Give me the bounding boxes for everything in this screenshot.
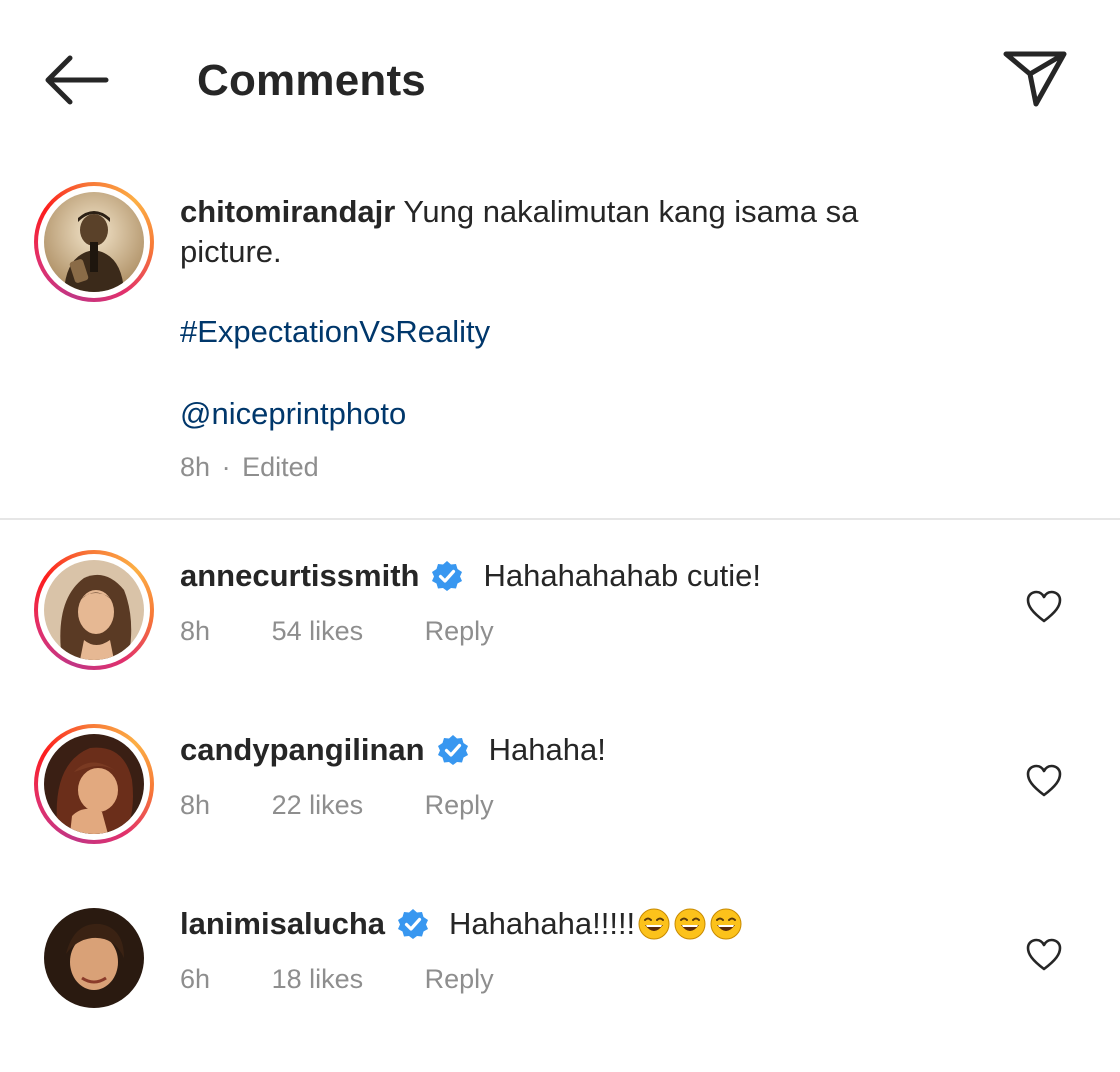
- comment-text: Hahaha!: [488, 732, 606, 767]
- laughing-emoji-icon: [674, 908, 706, 940]
- verified-badge-icon: [398, 909, 429, 939]
- laughing-emoji-icon: [638, 908, 670, 940]
- comment-1-content: annecurtissmith Hahahahahab cutie!: [180, 558, 761, 594]
- comment-username[interactable]: lanimisalucha: [180, 906, 385, 942]
- caption-edited: Edited: [242, 452, 319, 482]
- share-button[interactable]: [1000, 46, 1070, 110]
- comment-text: Hahahaha!!!!!: [449, 906, 636, 941]
- reply-button[interactable]: Reply: [425, 964, 494, 994]
- reply-button[interactable]: Reply: [425, 790, 494, 820]
- like-button[interactable]: [1026, 764, 1062, 798]
- comment-1-meta: 8h 54 likes Reply: [180, 616, 494, 647]
- caption-username[interactable]: chitomirandajr: [180, 194, 395, 229]
- page-title: Comments: [197, 56, 426, 105]
- comment-avatar[interactable]: [34, 724, 154, 844]
- caption-meta: 8h · Edited: [180, 452, 319, 483]
- comment-emoji: [635, 907, 743, 941]
- divider: [0, 518, 1120, 520]
- comment-time: 6h: [180, 964, 211, 994]
- comment-2-meta: 8h 22 likes Reply: [180, 790, 494, 821]
- avatar: [44, 734, 144, 834]
- comment-time: 8h: [180, 790, 211, 820]
- reply-button[interactable]: Reply: [425, 616, 494, 646]
- heart-icon: [1026, 590, 1062, 623]
- like-button[interactable]: [1026, 938, 1062, 972]
- caption-hashtag[interactable]: #ExpectationVsReality: [180, 314, 490, 350]
- like-button[interactable]: [1026, 590, 1062, 624]
- comment-3-content: lanimisalucha Hahahaha!!!!!: [180, 906, 743, 942]
- header: Comments: [0, 0, 1120, 160]
- comment-time: 8h: [180, 616, 211, 646]
- comment-3-meta: 6h 18 likes Reply: [180, 964, 494, 995]
- avatar: [44, 192, 144, 292]
- back-button[interactable]: [40, 50, 112, 110]
- paper-plane-icon: [1003, 51, 1067, 107]
- comments-screen: Comments chitomirandajr Yung nakalimutan…: [0, 0, 1120, 1072]
- avatar: [44, 560, 144, 660]
- arrow-left-icon: [45, 55, 109, 105]
- caption-avatar[interactable]: [34, 182, 154, 302]
- comment-avatar[interactable]: [34, 550, 154, 670]
- comment-2-content: candypangilinan Hahaha!: [180, 732, 606, 768]
- comment-likes[interactable]: 18 likes: [272, 964, 364, 994]
- comment-text: Hahahahahab cutie!: [483, 558, 761, 593]
- verified-badge-icon: [432, 561, 463, 591]
- comment-likes[interactable]: 22 likes: [272, 790, 364, 820]
- laughing-emoji-icon: [710, 908, 742, 940]
- comment-avatar[interactable]: [44, 908, 144, 1008]
- comment-likes[interactable]: 54 likes: [272, 616, 364, 646]
- avatar: [44, 908, 144, 1008]
- caption-text-block: chitomirandajr Yung nakalimutan kang isa…: [180, 192, 940, 272]
- comment-username[interactable]: candypangilinan: [180, 732, 425, 768]
- comment-username[interactable]: annecurtissmith: [180, 558, 419, 594]
- caption-mention[interactable]: @niceprintphoto: [180, 396, 406, 432]
- caption-time: 8h: [180, 452, 211, 482]
- heart-icon: [1026, 938, 1062, 971]
- caption-separator: ·: [221, 452, 231, 482]
- verified-badge-icon: [437, 735, 468, 765]
- heart-icon: [1026, 764, 1062, 797]
